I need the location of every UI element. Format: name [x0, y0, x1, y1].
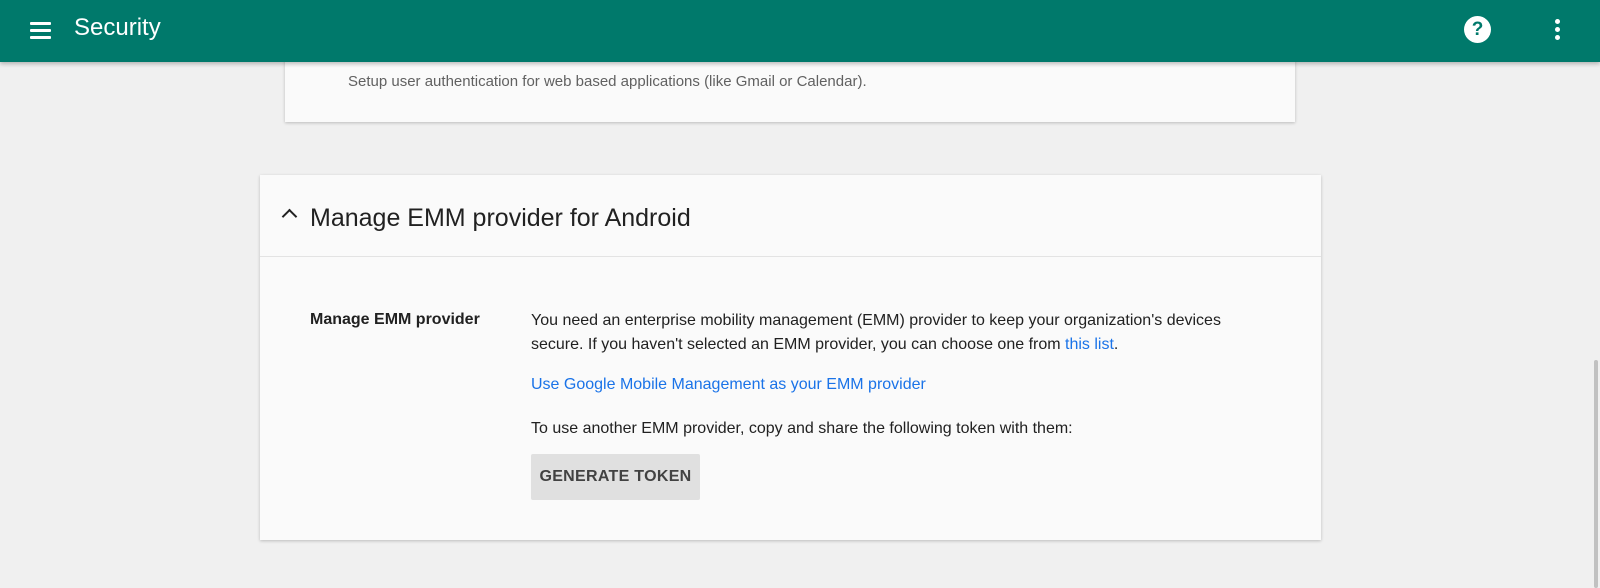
card-description: Setup user authentication for web based …	[348, 73, 867, 90]
scrollbar-thumb[interactable]	[1594, 360, 1598, 588]
description-period: .	[1113, 336, 1119, 353]
setting-label: Manage EMM provider	[310, 311, 480, 328]
google-mobile-management-row: Use Google Mobile Management as your EMM…	[531, 376, 926, 394]
hamburger-menu-icon[interactable]	[26, 16, 56, 46]
google-mobile-management-link[interactable]: Use Google Mobile Management as your EMM…	[531, 376, 926, 393]
emm-provider-card: Manage EMM provider for Android Manage E…	[260, 175, 1321, 540]
this-list-link[interactable]: this list	[1065, 336, 1114, 353]
more-vert-icon[interactable]	[1548, 17, 1568, 43]
help-icon[interactable]: ?	[1464, 16, 1491, 43]
emm-description: You need an enterprise mobility manageme…	[531, 309, 1251, 357]
chevron-up-icon[interactable]	[281, 208, 298, 225]
page-title: Security	[74, 14, 161, 41]
token-instruction: To use another EMM provider, copy and sh…	[531, 420, 1073, 437]
generate-token-button[interactable]: GENERATE TOKEN	[531, 454, 700, 500]
section-title: Manage EMM provider for Android	[310, 204, 691, 232]
section-header[interactable]: Manage EMM provider for Android	[260, 175, 1321, 257]
app-bar: Security ?	[0, 0, 1600, 62]
